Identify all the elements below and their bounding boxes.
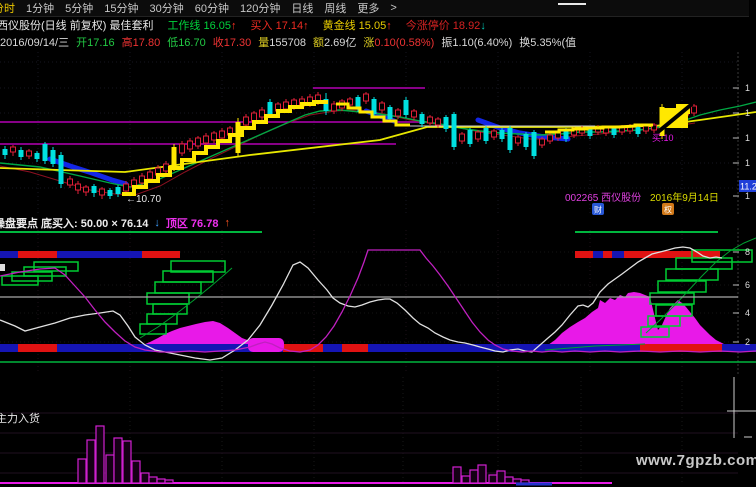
menu-item-6[interactable]: 120分钟 <box>240 0 280 16</box>
quote-field-1: 高17.80 <box>121 36 161 49</box>
quote-field-7: 振1.10(6.40%) <box>441 36 513 49</box>
quote-row: 2016/09/14/三 开17.16 高17.80 低16.70 收17.30 量15… <box>0 33 756 50</box>
svg-text:财: 财 <box>594 205 602 215</box>
quote-field-2: 低16.70 <box>167 36 206 49</box>
svg-text:8: 8 <box>745 247 750 257</box>
window-dash-decoration <box>558 3 586 5</box>
menu-item-0[interactable]: 分时 <box>0 0 15 16</box>
menu-item-8[interactable]: 周线 <box>324 0 346 16</box>
header-indicator-3: 今涨停价 18.92↓ <box>405 19 486 32</box>
stock-title: 西仪股份(日线 前复权) 最佳套利 <box>0 19 154 32</box>
quote-fields: 开17.16 高17.80 低16.70 收17.30 量155708 额2.69亿 涨0.… <box>76 34 576 50</box>
quote-field-3: 收17.30 <box>212 36 252 49</box>
svg-text:1: 1 <box>745 133 750 143</box>
menu-item-10[interactable]: > <box>390 2 396 14</box>
svg-text:1: 1 <box>745 191 750 201</box>
menu-item-1[interactable]: 1分钟 <box>26 0 54 16</box>
period-toolbar: 分时 1分钟 5分钟 15分钟 30分钟 60分钟 120分钟日线周线更多 > <box>0 0 749 17</box>
quote-field-5: 额2.69亿 <box>312 36 357 49</box>
volume-indicator-panel[interactable] <box>0 375 756 487</box>
svg-text:2016年9月14日: 2016年9月14日 <box>650 191 719 204</box>
app-window: 分时 1分钟 5分钟 15分钟 30分钟 60分钟 120分钟日线周线更多 > 西仪股份(日线… <box>0 0 756 487</box>
indicator-values: 工作线 16.05↑ 买入 17.14↑ 黄金线 15.05↑ 今涨停价 18.92↓ <box>167 17 485 33</box>
main-candlestick-chart[interactable]: 买:10←10.70 002265 西仪股份 2016年9月14日财 权1111111… <box>0 50 756 215</box>
menu-item-7[interactable]: 日线 <box>291 0 313 16</box>
oscillator-indicator-panel[interactable]: 8 6 4 2 <box>0 228 756 375</box>
quote-date: 2016/09/14/三 <box>0 36 70 49</box>
quote-field-6: 涨0.10(0.58%) <box>363 36 435 49</box>
header-indicator-1: 买入 17.14↑ <box>250 19 309 32</box>
svg-text:1: 1 <box>745 83 750 93</box>
svg-text:权: 权 <box>664 205 672 215</box>
menu-item-2[interactable]: 5分钟 <box>65 0 93 16</box>
quote-field-8: 换5.35%(值 <box>519 36 577 49</box>
quote-field-4: 量155708 <box>258 36 306 49</box>
svg-text:002265 西仪股份: 002265 西仪股份 <box>565 192 641 204</box>
svg-text:6: 6 <box>745 280 750 290</box>
quote-field-0: 开17.16 <box>76 36 115 49</box>
svg-text:1: 1 <box>745 158 750 168</box>
menu-item-4[interactable]: 30分钟 <box>150 0 184 16</box>
indicator-header-row: 西仪股份(日线 前复权) 最佳套利 工作线 16.05↑ 买入 17.14↑ 黄金线… <box>0 16 753 33</box>
menu-item-5[interactable]: 60分钟 <box>195 0 229 16</box>
svg-text:1: 1 <box>745 108 750 118</box>
svg-text:2: 2 <box>745 337 750 347</box>
header-indicator-0: 工作线 16.05↑ <box>167 19 237 32</box>
svg-text:←10.70: ←10.70 <box>126 194 161 205</box>
bottom-panel-title: 主力入货 <box>0 413 40 425</box>
menu-item-9[interactable]: 更多 <box>357 0 379 16</box>
svg-text:11.2: 11.2 <box>740 182 756 192</box>
watermark: www.7gpzb.com <box>636 452 756 469</box>
menu-item-3[interactable]: 15分钟 <box>104 0 138 16</box>
svg-text:4: 4 <box>745 308 750 318</box>
svg-text:买:10: 买:10 <box>652 133 674 143</box>
header-indicator-2: 黄金线 15.05↑ <box>322 19 392 32</box>
